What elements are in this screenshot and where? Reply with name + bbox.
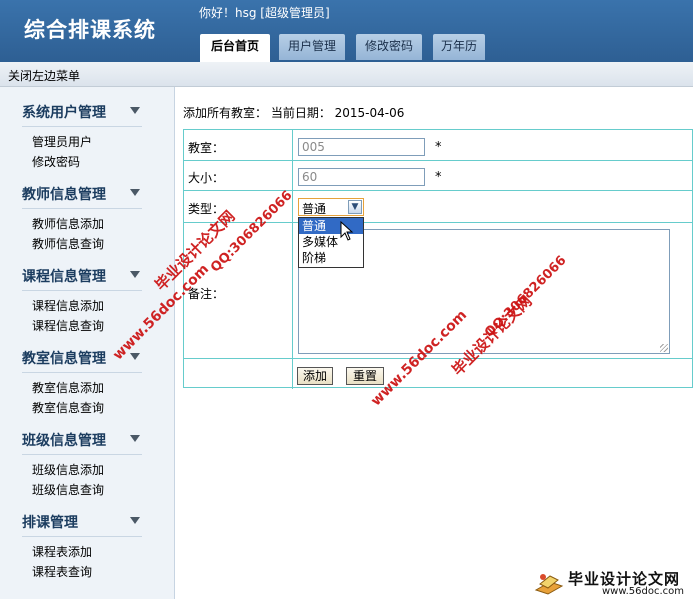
sidebar-group-label: 班级信息管理	[22, 433, 106, 449]
close-left-menu-link[interactable]: 关闭左边菜单	[8, 67, 80, 84]
sidebar-group-label: 教师信息管理	[22, 187, 106, 203]
chevron-down-icon[interactable]: ▼	[348, 200, 362, 214]
resize-grip-icon[interactable]	[660, 344, 668, 352]
page-info-line: 添加所有教室： 当前日期： 2015-04-06	[183, 106, 405, 120]
sidebar-group-label: 系统用户管理	[22, 105, 106, 121]
type-option-tiered[interactable]: 阶梯	[299, 250, 363, 266]
sidebar-group-label: 教室信息管理	[22, 351, 106, 367]
sidebar-item-classroom-add[interactable]: 教室信息添加	[32, 379, 104, 396]
toolbar: 关闭左边菜单	[0, 62, 693, 87]
required-mark: *	[435, 170, 442, 185]
classroom-form: 教室： * 大小： * 类型： 普通 ▼ 普通 多媒体 阶梯 备注： 添加 重置	[183, 129, 693, 389]
tab-user-management[interactable]: 用户管理	[279, 34, 345, 60]
sidebar-item-schedule-query[interactable]: 课程表查询	[32, 563, 92, 580]
sidebar-group-classrooms[interactable]: 教室信息管理	[22, 346, 142, 373]
sidebar-item-course-add[interactable]: 课程信息添加	[32, 297, 104, 314]
type-label: 类型：	[188, 202, 225, 216]
sidebar-item-schedule-add[interactable]: 课程表添加	[32, 543, 92, 560]
watermark-logo: 毕业设计论文网 www.56doc.com	[530, 566, 693, 599]
sidebar-item-classroom-query[interactable]: 教室信息查询	[32, 399, 104, 416]
chevron-down-icon[interactable]	[130, 435, 140, 442]
tab-change-password[interactable]: 修改密码	[356, 34, 422, 60]
app-title: 综合排课系统	[24, 18, 156, 42]
sidebar-group-label: 课程信息管理	[22, 269, 106, 285]
sidebar: 系统用户管理 管理员用户 修改密码 教师信息管理 教师信息添加 教师信息查询 课…	[0, 87, 175, 599]
size-input[interactable]	[298, 168, 425, 186]
sidebar-group-scheduling[interactable]: 排课管理	[22, 510, 142, 537]
sidebar-group-courses[interactable]: 课程信息管理	[22, 264, 142, 291]
mouse-cursor-icon	[340, 221, 354, 241]
logo-url: www.56doc.com	[602, 586, 685, 597]
sidebar-item-change-password[interactable]: 修改密码	[32, 153, 80, 170]
chevron-down-icon[interactable]	[130, 107, 140, 114]
row-divider	[184, 358, 693, 359]
sidebar-item-teacher-query[interactable]: 教师信息查询	[32, 235, 104, 252]
row-divider	[184, 222, 693, 223]
classroom-input[interactable]	[298, 138, 425, 156]
sidebar-group-label: 排课管理	[22, 515, 78, 531]
type-select[interactable]: 普通 ▼	[298, 198, 364, 216]
sidebar-item-class-add[interactable]: 班级信息添加	[32, 461, 104, 478]
reset-button[interactable]: 重置	[346, 367, 384, 385]
chevron-down-icon[interactable]	[130, 517, 140, 524]
sidebar-group-teachers[interactable]: 教师信息管理	[22, 182, 142, 209]
row-divider	[184, 190, 693, 191]
remark-label: 备注：	[188, 287, 225, 301]
type-select-value: 普通	[302, 202, 327, 216]
chevron-down-icon[interactable]	[130, 189, 140, 196]
chevron-down-icon[interactable]	[130, 271, 140, 278]
book-logo-icon	[534, 574, 564, 595]
user-greeting: 你好！hsg [超级管理员]	[199, 6, 330, 20]
tab-calendar[interactable]: 万年历	[433, 34, 485, 60]
tab-home[interactable]: 后台首页	[200, 34, 270, 62]
add-button[interactable]: 添加	[297, 367, 333, 385]
sidebar-group-classes[interactable]: 班级信息管理	[22, 428, 142, 455]
row-divider	[184, 160, 693, 161]
header-bar: 综合排课系统 你好！hsg [超级管理员] 后台首页 用户管理 修改密码 万年历	[0, 0, 693, 62]
size-label: 大小：	[188, 171, 225, 185]
sidebar-item-course-query[interactable]: 课程信息查询	[32, 317, 104, 334]
sidebar-item-teacher-add[interactable]: 教师信息添加	[32, 215, 104, 232]
chevron-down-icon[interactable]	[130, 353, 140, 360]
type-dropdown-list[interactable]: 普通 多媒体 阶梯	[298, 217, 364, 268]
sidebar-item-admin-users[interactable]: 管理员用户	[32, 133, 92, 150]
column-divider	[292, 130, 293, 389]
classroom-label: 教室：	[188, 141, 225, 155]
sidebar-group-system-users[interactable]: 系统用户管理	[22, 100, 142, 127]
required-mark: *	[435, 140, 442, 155]
sidebar-item-class-query[interactable]: 班级信息查询	[32, 481, 104, 498]
